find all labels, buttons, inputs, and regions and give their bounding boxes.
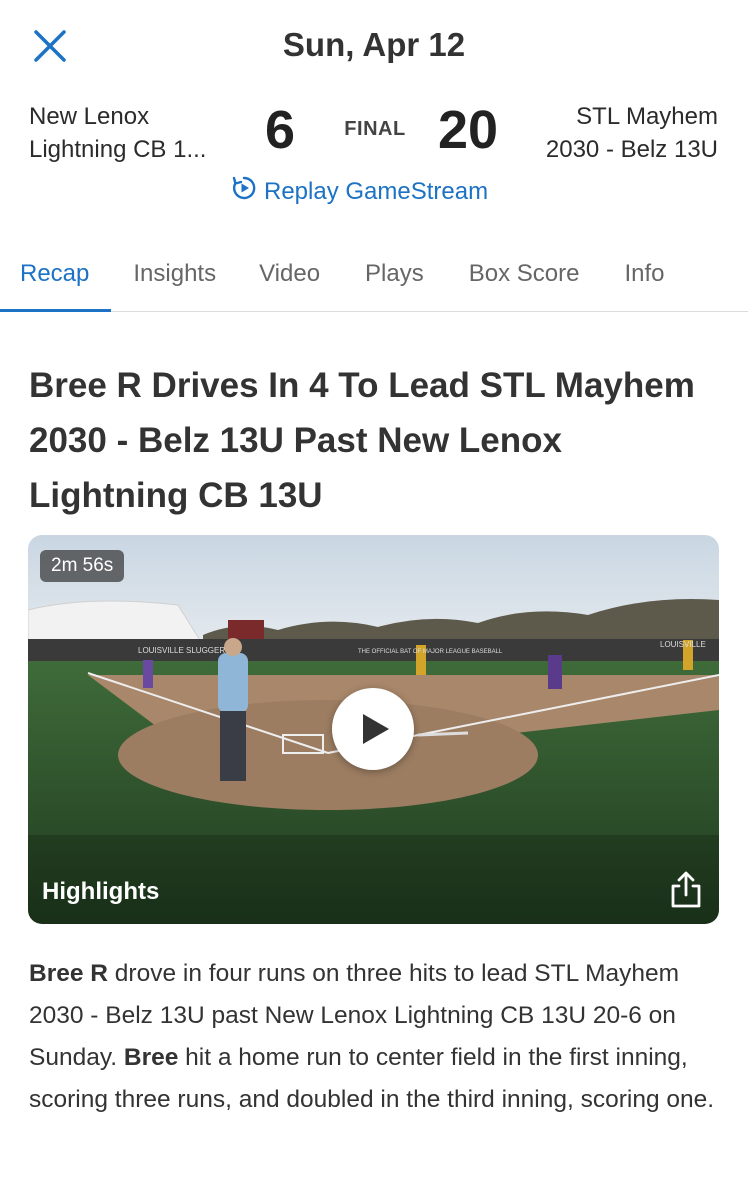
game-header: Sun, Apr 12 New Lenox Lightning CB 1... … bbox=[0, 0, 748, 312]
tab-info[interactable]: Info bbox=[624, 250, 664, 311]
tab-plays[interactable]: Plays bbox=[365, 250, 424, 311]
replay-icon bbox=[230, 174, 258, 209]
article-body: Bree R drove in four runs on three hits … bbox=[29, 953, 724, 1121]
play-icon bbox=[363, 714, 389, 744]
article-headline: Bree R Drives In 4 To Lead STL Mayhem 20… bbox=[29, 366, 695, 515]
home-team-line1: New Lenox bbox=[29, 103, 150, 130]
tab-bar: Recap Insights Video Plays Box Score Inf… bbox=[0, 250, 748, 312]
home-team-line2: Lightning CB 1... bbox=[29, 136, 207, 163]
signage-left: LOUISVILLE SLUGGER bbox=[138, 646, 225, 655]
tab-recap[interactable]: Recap bbox=[0, 250, 112, 312]
share-icon[interactable] bbox=[667, 870, 705, 910]
video-label: Highlights bbox=[42, 878, 160, 905]
game-status: FINAL bbox=[344, 118, 406, 140]
away-team-line2: 2030 - Belz 13U bbox=[545, 136, 718, 163]
tab-box-score[interactable]: Box Score bbox=[469, 250, 580, 311]
player-first-name-bold: Bree bbox=[123, 1044, 179, 1071]
highlights-video[interactable]: LOUISVILLE SLUGGER THE OFFICIAL BAT OF M… bbox=[28, 535, 719, 924]
video-duration-badge: 2m 56s bbox=[40, 550, 125, 582]
game-date: Sun, Apr 12 bbox=[282, 26, 466, 63]
home-score: 6 bbox=[264, 100, 296, 160]
away-team-line1: STL Mayhem bbox=[576, 103, 718, 130]
tab-insights[interactable]: Insights bbox=[133, 250, 216, 311]
signage-center: THE OFFICIAL BAT OF MAJOR LEAGUE BASEBAL… bbox=[358, 649, 503, 655]
play-button[interactable] bbox=[332, 688, 414, 770]
home-team-name[interactable]: New Lenox Lightning CB 1... bbox=[29, 100, 249, 166]
away-team-name[interactable]: STL Mayhem 2030 - Belz 13U bbox=[498, 100, 718, 166]
tab-video[interactable]: Video bbox=[259, 250, 320, 311]
replay-gamestream-link[interactable]: Replay GameStream bbox=[230, 174, 488, 209]
signage-right: LOUISVILLE bbox=[660, 640, 706, 649]
away-score: 20 bbox=[437, 100, 499, 160]
replay-label: Replay GameStream bbox=[264, 177, 489, 205]
player-name-bold: Bree R bbox=[29, 960, 108, 987]
